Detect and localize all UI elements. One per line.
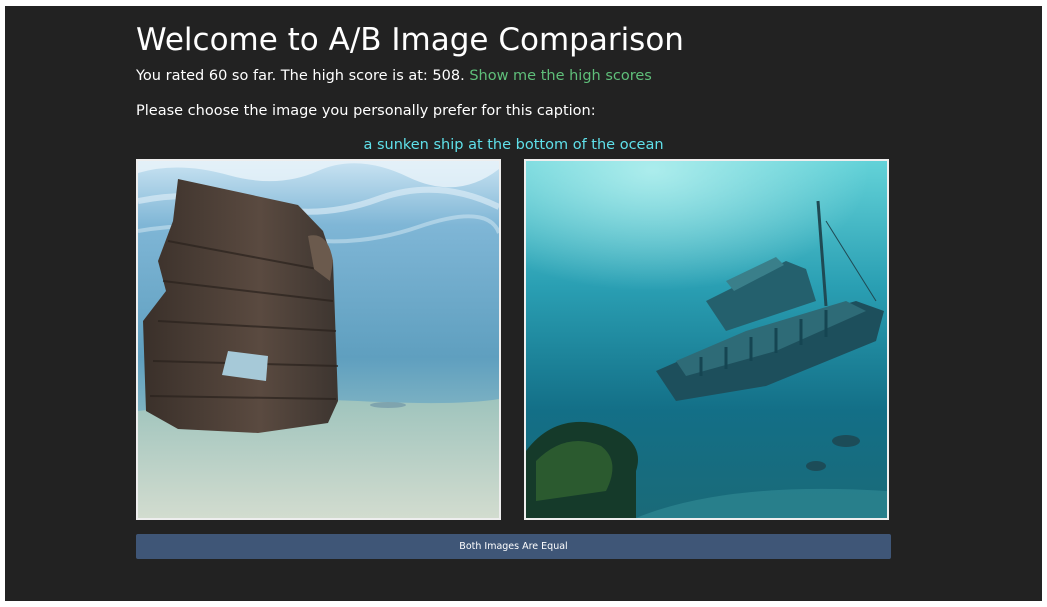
instruction-text: Please choose the image you personally p… bbox=[136, 103, 596, 119]
page-title: Welcome to A/B Image Comparison bbox=[136, 22, 684, 58]
score-line: You rated 60 so far. The high score is a… bbox=[136, 66, 652, 86]
image-option-b[interactable] bbox=[524, 159, 889, 520]
image-option-a[interactable] bbox=[136, 159, 501, 520]
both-images-equal-button[interactable]: Both Images Are Equal bbox=[136, 534, 891, 559]
shipwreck-image-a bbox=[138, 161, 499, 518]
high-scores-link[interactable]: Show me the high scores bbox=[469, 68, 652, 84]
score-text: You rated 60 so far. The high score is a… bbox=[136, 68, 465, 84]
image-caption: a sunken ship at the bottom of the ocean bbox=[363, 137, 664, 153]
shipwreck-image-b bbox=[526, 161, 887, 518]
